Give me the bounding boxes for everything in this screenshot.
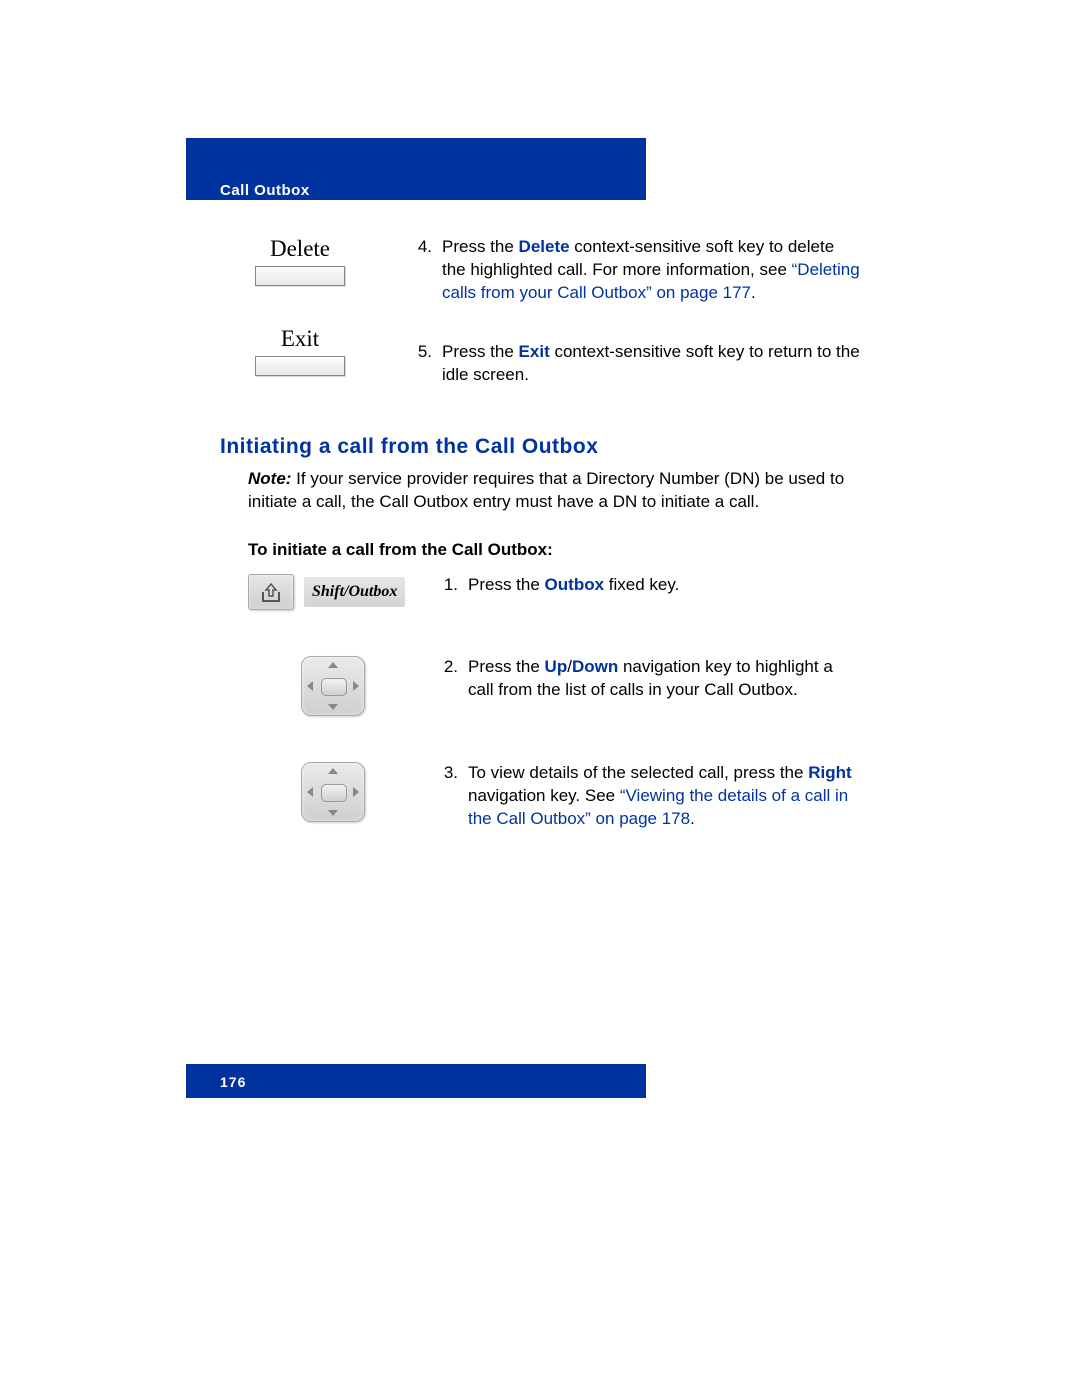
footer-bar [186,1064,646,1098]
step-4: 4. Press the Delete context-sensitive so… [410,236,860,305]
step-text: To view details of the selected call, pr… [468,762,860,831]
text: Press the [442,342,519,361]
text: . [690,809,695,828]
text: Press the [468,575,545,594]
step-text: Press the Up/Down navigation key to high… [468,656,860,702]
navigation-pad-icon [301,762,365,822]
outbox-icon [248,574,294,610]
left-arrow-icon [307,787,313,797]
note-block: Note: If your service provider requires … [248,467,860,515]
procedure-subhead: To initiate a call from the Call Outbox: [248,540,860,560]
up-arrow-icon [328,768,338,774]
step-2: 2. Press the Up/Down navigation key to h… [436,656,860,702]
step-5: 5. Press the Exit context-sensitive soft… [410,341,860,387]
header-section-title: Call Outbox [220,182,310,199]
step-1: 1. Press the Outbox fixed key. [436,574,860,597]
step-number: 1. [436,574,458,597]
text: To view details of the selected call, pr… [468,763,808,782]
note-label: Note: [248,469,291,488]
step-number: 5. [410,341,432,387]
left-arrow-icon [307,681,313,691]
navpad-graphic [248,762,418,822]
page-number: 176 [220,1074,246,1090]
softkey-exit-button-graphic [255,356,345,376]
outbox-keyword: Outbox [545,575,605,594]
delete-keyword: Delete [519,237,570,256]
text: fixed key. [604,575,679,594]
step-number: 3. [436,762,458,831]
right-keyword: Right [808,763,851,782]
softkey-illustrations: Delete Exit [220,236,380,401]
softkey-delete-label: Delete [220,236,380,262]
softkey-exit: Exit [220,326,380,376]
step-text: Press the Outbox fixed key. [468,574,679,597]
text: Press the [468,657,545,676]
down-arrow-icon [328,810,338,816]
up-arrow-icon [328,662,338,668]
navigation-pad-icon [301,656,365,716]
manual-page: Call Outbox Delete Exit 4. Press the De [0,0,1080,1397]
softkey-exit-label: Exit [220,326,380,352]
step-3: 3. To view details of the selected call,… [436,762,860,831]
step-number: 2. [436,656,458,702]
up-keyword: Up [545,657,568,676]
navpad-graphic [248,656,418,716]
text: Press the [442,237,519,256]
procedure-step-3-row: 3. To view details of the selected call,… [248,762,860,831]
step-number: 4. [410,236,432,305]
continuation-steps-row: Delete Exit 4. Press the Delete context-… [220,236,860,401]
right-arrow-icon [353,681,359,691]
down-arrow-icon [328,704,338,710]
softkey-delete: Delete [220,236,380,286]
outbox-key-graphic: Shift/Outbox [248,574,418,610]
text: navigation key. See [468,786,620,805]
right-arrow-icon [353,787,359,797]
step-text: Press the Exit context-sensitive soft ke… [442,341,860,387]
procedure-step-2-row: 2. Press the Up/Down navigation key to h… [248,656,860,716]
softkey-delete-button-graphic [255,266,345,286]
shift-outbox-label: Shift/Outbox [304,577,405,607]
text: . [751,283,756,302]
down-keyword: Down [572,657,618,676]
section-heading: Initiating a call from the Call Outbox [220,435,860,459]
exit-keyword: Exit [519,342,550,361]
outbox-glyph-icon [260,582,282,602]
steps-col: 4. Press the Delete context-sensitive so… [410,236,860,401]
note-body: If your service provider requires that a… [248,469,844,512]
procedure-step-1-row: Shift/Outbox 1. Press the Outbox fixed k… [248,574,860,610]
content-area: Delete Exit 4. Press the Delete context-… [220,230,860,877]
step-text: Press the Delete context-sensitive soft … [442,236,860,305]
